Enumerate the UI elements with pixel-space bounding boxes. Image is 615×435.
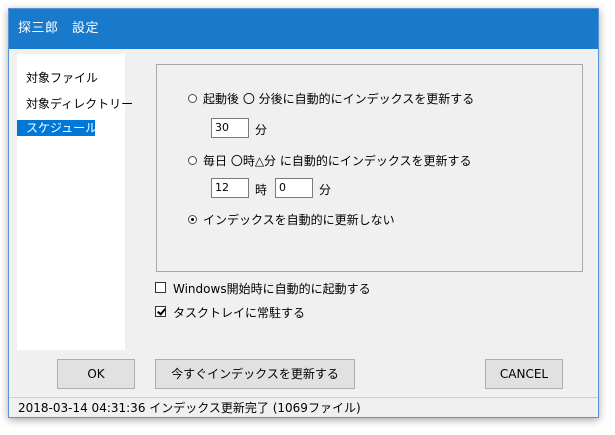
radio-no-auto-update[interactable] xyxy=(188,215,197,224)
daily-minute-input[interactable]: 0 xyxy=(275,178,313,198)
option-no-auto-update-label: インデックスを自動的に更新しない xyxy=(203,213,395,227)
daily-hour-input[interactable]: 12 xyxy=(211,178,249,198)
sidebar-item-target-directories[interactable]: 対象ディレクトリー xyxy=(26,95,133,112)
autostart-checkbox[interactable] xyxy=(155,282,166,293)
cancel-button[interactable]: CANCEL xyxy=(485,359,563,389)
ok-button[interactable]: OK xyxy=(57,359,135,389)
sidebar-item-schedule[interactable]: スケジュール xyxy=(17,120,97,136)
daily-hour-unit: 時 xyxy=(255,183,268,197)
sidebar-item-target-files[interactable]: 対象ファイル xyxy=(26,69,98,86)
settings-window: 探三郎 設定 対象ファイル 対象ディレクトリー スケジュール 起動後 〇 分後に… xyxy=(8,8,599,418)
daily-minute-unit: 分 xyxy=(319,183,332,197)
title-bar: 探三郎 設定 xyxy=(9,9,598,49)
radio-after-startup[interactable] xyxy=(188,94,197,103)
status-bar: 2018-03-14 04:31:36 インデックス更新完了 (1069ファイル… xyxy=(9,397,598,417)
update-now-button[interactable]: 今すぐインデックスを更新する xyxy=(155,359,355,389)
option-daily-label: 毎日 〇時△分 に自動的にインデックスを更新する xyxy=(203,154,472,168)
window-title: 探三郎 設定 xyxy=(18,21,100,36)
startup-minutes-unit: 分 xyxy=(255,123,268,137)
autostart-label: Windows開始時に自動的に起動する xyxy=(173,282,371,296)
sidebar: 対象ファイル 対象ディレクトリー スケジュール xyxy=(17,54,133,350)
status-text: 2018-03-14 04:31:36 インデックス更新完了 (1069ファイル… xyxy=(18,401,361,415)
startup-minutes-input[interactable]: 30 xyxy=(211,118,249,138)
tray-checkbox[interactable] xyxy=(155,306,166,317)
option-after-startup-label: 起動後 〇 分後に自動的にインデックスを更新する xyxy=(203,92,475,106)
radio-daily[interactable] xyxy=(188,156,197,165)
tray-label: タスクトレイに常駐する xyxy=(173,306,306,320)
schedule-panel: 起動後 〇 分後に自動的にインデックスを更新する 30 分 毎日 〇時△分 に自… xyxy=(156,64,583,272)
